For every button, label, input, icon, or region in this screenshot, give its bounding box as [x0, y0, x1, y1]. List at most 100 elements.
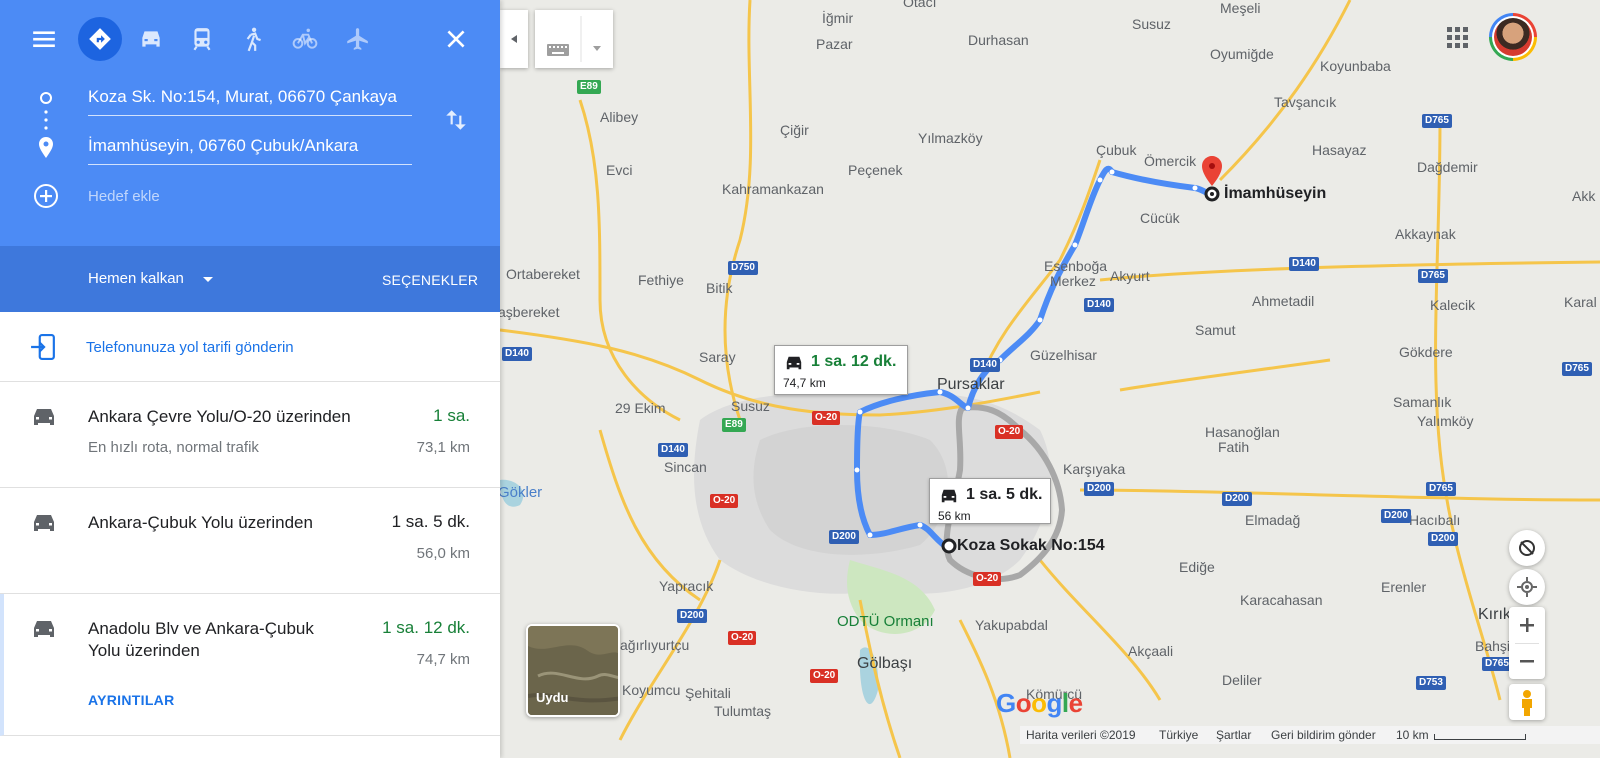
place-label: Güzelhisar [1030, 347, 1097, 363]
place-label: Yakupabdal [975, 617, 1048, 633]
google-apps-icon[interactable] [1447, 27, 1469, 49]
swap-locations-button[interactable] [434, 98, 478, 142]
add-destination-input[interactable]: Hedef ekle [88, 182, 412, 216]
country-link[interactable]: Türkiye [1159, 728, 1198, 742]
mode-cycling-tab[interactable] [283, 17, 327, 61]
chevron-left-icon [511, 35, 517, 43]
place-label-district: Pursaklar [937, 376, 1005, 393]
mode-driving-tab[interactable] [129, 17, 173, 61]
place-label: Saray [699, 349, 736, 365]
car-icon [142, 31, 160, 47]
destination-label[interactable]: İmamhüseyin [1224, 185, 1326, 203]
place-label: Kalecik [1430, 297, 1476, 313]
car-icon [786, 356, 802, 370]
place-label: Otacı [903, 0, 937, 10]
satellite-toggle[interactable]: Uydu [526, 624, 620, 717]
hamburger-menu-icon [33, 31, 55, 48]
place-label: Elmadağ [1245, 512, 1301, 528]
route-option[interactable]: Ankara Çevre Yolu/O-20 üzerinden 1 sa. E… [0, 382, 500, 488]
depart-now-dropdown[interactable]: Hemen kalkan [88, 270, 184, 287]
street-view-pegman[interactable] [1509, 684, 1545, 720]
terms-link[interactable]: Şartlar [1216, 728, 1251, 742]
place-label: Akçaali [1128, 643, 1174, 659]
origin-circle-icon [34, 88, 58, 108]
route-distance: 73,1 km [416, 439, 470, 456]
menu-button[interactable] [22, 17, 66, 61]
map-data-attribution[interactable]: Harita verileri ©2019 [1026, 728, 1136, 742]
place-label: Hacıbalı [1409, 512, 1461, 528]
traffic-toggle-button[interactable] [1509, 530, 1545, 566]
send-to-phone-label[interactable]: Telefonunuza yol tarifi gönderin [86, 339, 294, 356]
route-bubble-alt[interactable]: 1 sa. 12 dk. 74,7 km [774, 345, 908, 395]
send-to-phone-row[interactable]: Telefonunuza yol tarifi gönderin [0, 312, 500, 382]
dropdown-arrow-icon[interactable] [203, 277, 213, 282]
place-label: Akkaynak [1395, 226, 1456, 242]
road-shield: D200 [1381, 509, 1411, 523]
mode-transit-tab[interactable] [180, 17, 224, 61]
place-label: Susuz [1132, 16, 1171, 32]
place-label: Ediğe [1179, 559, 1215, 575]
plus-icon [1520, 618, 1534, 632]
google-logo: Google [996, 688, 1083, 718]
add-destination-icon[interactable] [32, 182, 60, 210]
place-label: Koyumcu [622, 682, 681, 698]
flight-icon [347, 28, 368, 50]
feedback-link[interactable]: Geri bildirim gönder [1271, 728, 1376, 742]
place-label: Hasayaz [1312, 142, 1367, 158]
road-shield: D140 [502, 347, 532, 361]
road-shield: O-20 [810, 669, 839, 683]
place-label: aşbereket [498, 304, 560, 320]
scale-label[interactable]: 10 km [1396, 728, 1429, 742]
place-label: Ahmetadil [1252, 293, 1315, 309]
place-label: Karşıyaka [1063, 461, 1126, 477]
mode-flight-tab[interactable] [335, 17, 379, 61]
origin-label[interactable]: Koza Sokak No:154 [957, 537, 1105, 555]
road-shield: D765 [1482, 657, 1512, 671]
route-name: Ankara-Çubuk Yolu üzerinden [88, 513, 313, 532]
car-icon [34, 515, 54, 531]
zoom-out-button[interactable] [1509, 643, 1545, 679]
collapse-panel-button[interactable] [500, 10, 528, 68]
place-label: Hasanoğlan [1205, 424, 1280, 440]
road-shield: E89 [577, 80, 601, 94]
place-label: Meşeli [1220, 0, 1261, 16]
route-name-line1: Anadolu Blv ve Ankara-Çubuk [88, 619, 314, 638]
route-option[interactable]: Ankara-Çubuk Yolu üzerinden 1 sa. 5 dk. … [0, 488, 500, 594]
account-avatar[interactable] [1489, 13, 1537, 61]
keyboard-button[interactable] [535, 10, 613, 68]
road-shield: O-20 [812, 411, 841, 425]
road-shield: D765 [1426, 482, 1456, 496]
zoom-in-button[interactable] [1509, 607, 1545, 643]
traffic-off-icon [1519, 540, 1535, 556]
road-shield: D200 [1222, 492, 1252, 506]
place-label: Yalımköy [1417, 413, 1474, 429]
place-label: Çubuk [1096, 142, 1137, 158]
place-label: Cücük [1140, 210, 1180, 226]
destination-pin-icon [34, 136, 58, 160]
place-label: Karacahasan [1240, 592, 1323, 608]
place-label-park: ODTÜ Ormanı [837, 613, 934, 630]
destination-input[interactable]: İmamhüseyin, 06760 Çubuk/Ankara [88, 131, 412, 165]
bubble-time: 1 sa. 12 dk. [811, 353, 897, 370]
route-option-selected[interactable]: Anadolu Blv ve Ankara-Çubuk Yolu üzerind… [0, 594, 500, 736]
place-label: Fatih [1218, 439, 1250, 455]
place-label: Koyunbaba [1320, 58, 1391, 74]
map-canvas[interactable]: İğmir Otacı Susuz Meşeli Pazar Durhasan … [498, 0, 1600, 758]
origin-input[interactable]: Koza Sk. No:154, Murat, 06670 Çankaya [88, 82, 412, 116]
road-shield: D753 [1416, 676, 1446, 690]
mode-best-route-tab[interactable] [78, 17, 122, 61]
route-bubble-main[interactable]: 1 sa. 5 dk. 56 km [929, 478, 1051, 524]
route-name-line2: Yolu üzerinden [88, 641, 200, 660]
my-location-button[interactable] [1509, 569, 1545, 605]
place-label: ağırlıyurtçu [620, 637, 690, 653]
bubble-time: 1 sa. 5 dk. [966, 486, 1043, 503]
avatar-photo [1494, 18, 1532, 56]
details-button[interactable]: AYRINTILAR [88, 692, 175, 708]
place-label: Erenler [1381, 579, 1427, 595]
close-directions-button[interactable] [434, 17, 478, 61]
options-button[interactable]: SEÇENEKLER [382, 272, 478, 288]
mode-walking-tab[interactable] [231, 17, 275, 61]
road-shield: D750 [728, 261, 758, 275]
place-label: Deliler [1222, 672, 1262, 688]
place-label-district: Gölbaşı [857, 655, 913, 672]
